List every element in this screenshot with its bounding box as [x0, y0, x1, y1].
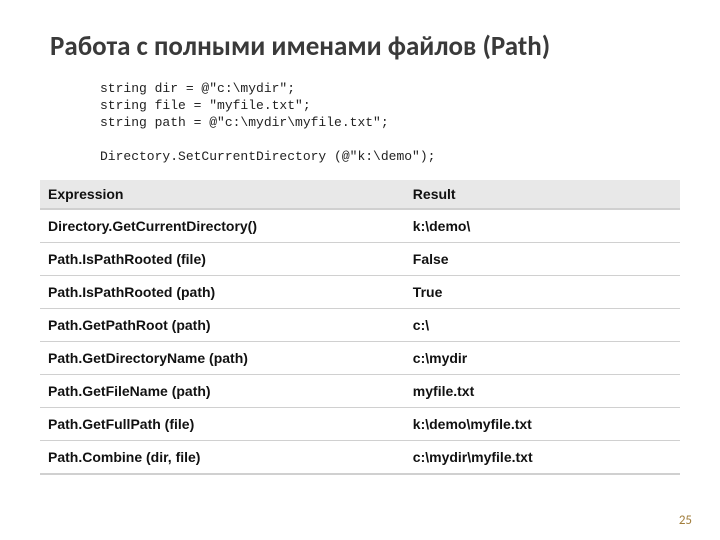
path-table: Expression Result Directory.GetCurrentDi…	[40, 180, 680, 475]
cell-expression: Directory.GetCurrentDirectory()	[40, 209, 405, 243]
cell-expression: Path.Combine (dir, file)	[40, 441, 405, 475]
cell-result: c:\mydir	[405, 342, 680, 375]
table-row: Path.IsPathRooted (file) False	[40, 243, 680, 276]
table-row: Path.GetDirectoryName (path) c:\mydir	[40, 342, 680, 375]
page-number: 25	[679, 513, 692, 528]
cell-expression: Path.IsPathRooted (file)	[40, 243, 405, 276]
cell-result: False	[405, 243, 680, 276]
table-row: Path.IsPathRooted (path) True	[40, 276, 680, 309]
cell-result: c:\mydir\myfile.txt	[405, 441, 680, 475]
cell-result: True	[405, 276, 680, 309]
cell-expression: Path.GetDirectoryName (path)	[40, 342, 405, 375]
table-row: Path.GetPathRoot (path) c:\	[40, 309, 680, 342]
header-expression: Expression	[40, 180, 405, 209]
cell-expression: Path.GetPathRoot (path)	[40, 309, 405, 342]
cell-result: k:\demo\	[405, 209, 680, 243]
table-row: Path.Combine (dir, file) c:\mydir\myfile…	[40, 441, 680, 475]
code-line: string path = @"c:\mydir\myfile.txt";	[100, 115, 389, 130]
cell-result: c:\	[405, 309, 680, 342]
cell-expression: Path.GetFullPath (file)	[40, 408, 405, 441]
header-result: Result	[405, 180, 680, 209]
cell-expression: Path.GetFileName (path)	[40, 375, 405, 408]
code-line: string dir = @"c:\mydir";	[100, 81, 295, 96]
table-header-row: Expression Result	[40, 180, 680, 209]
table-row: Path.GetFileName (path) myfile.txt	[40, 375, 680, 408]
cell-result: k:\demo\myfile.txt	[405, 408, 680, 441]
code-line: Directory.SetCurrentDirectory (@"k:\demo…	[100, 149, 435, 164]
table-row: Directory.GetCurrentDirectory() k:\demo\	[40, 209, 680, 243]
cell-result: myfile.txt	[405, 375, 680, 408]
cell-expression: Path.IsPathRooted (path)	[40, 276, 405, 309]
code-block: string dir = @"c:\mydir"; string file = …	[100, 81, 680, 165]
table-row: Path.GetFullPath (file) k:\demo\myfile.t…	[40, 408, 680, 441]
code-line: string file = "myfile.txt";	[100, 98, 311, 113]
page-title: Работа с полными именами файлов (Path)	[50, 30, 680, 63]
